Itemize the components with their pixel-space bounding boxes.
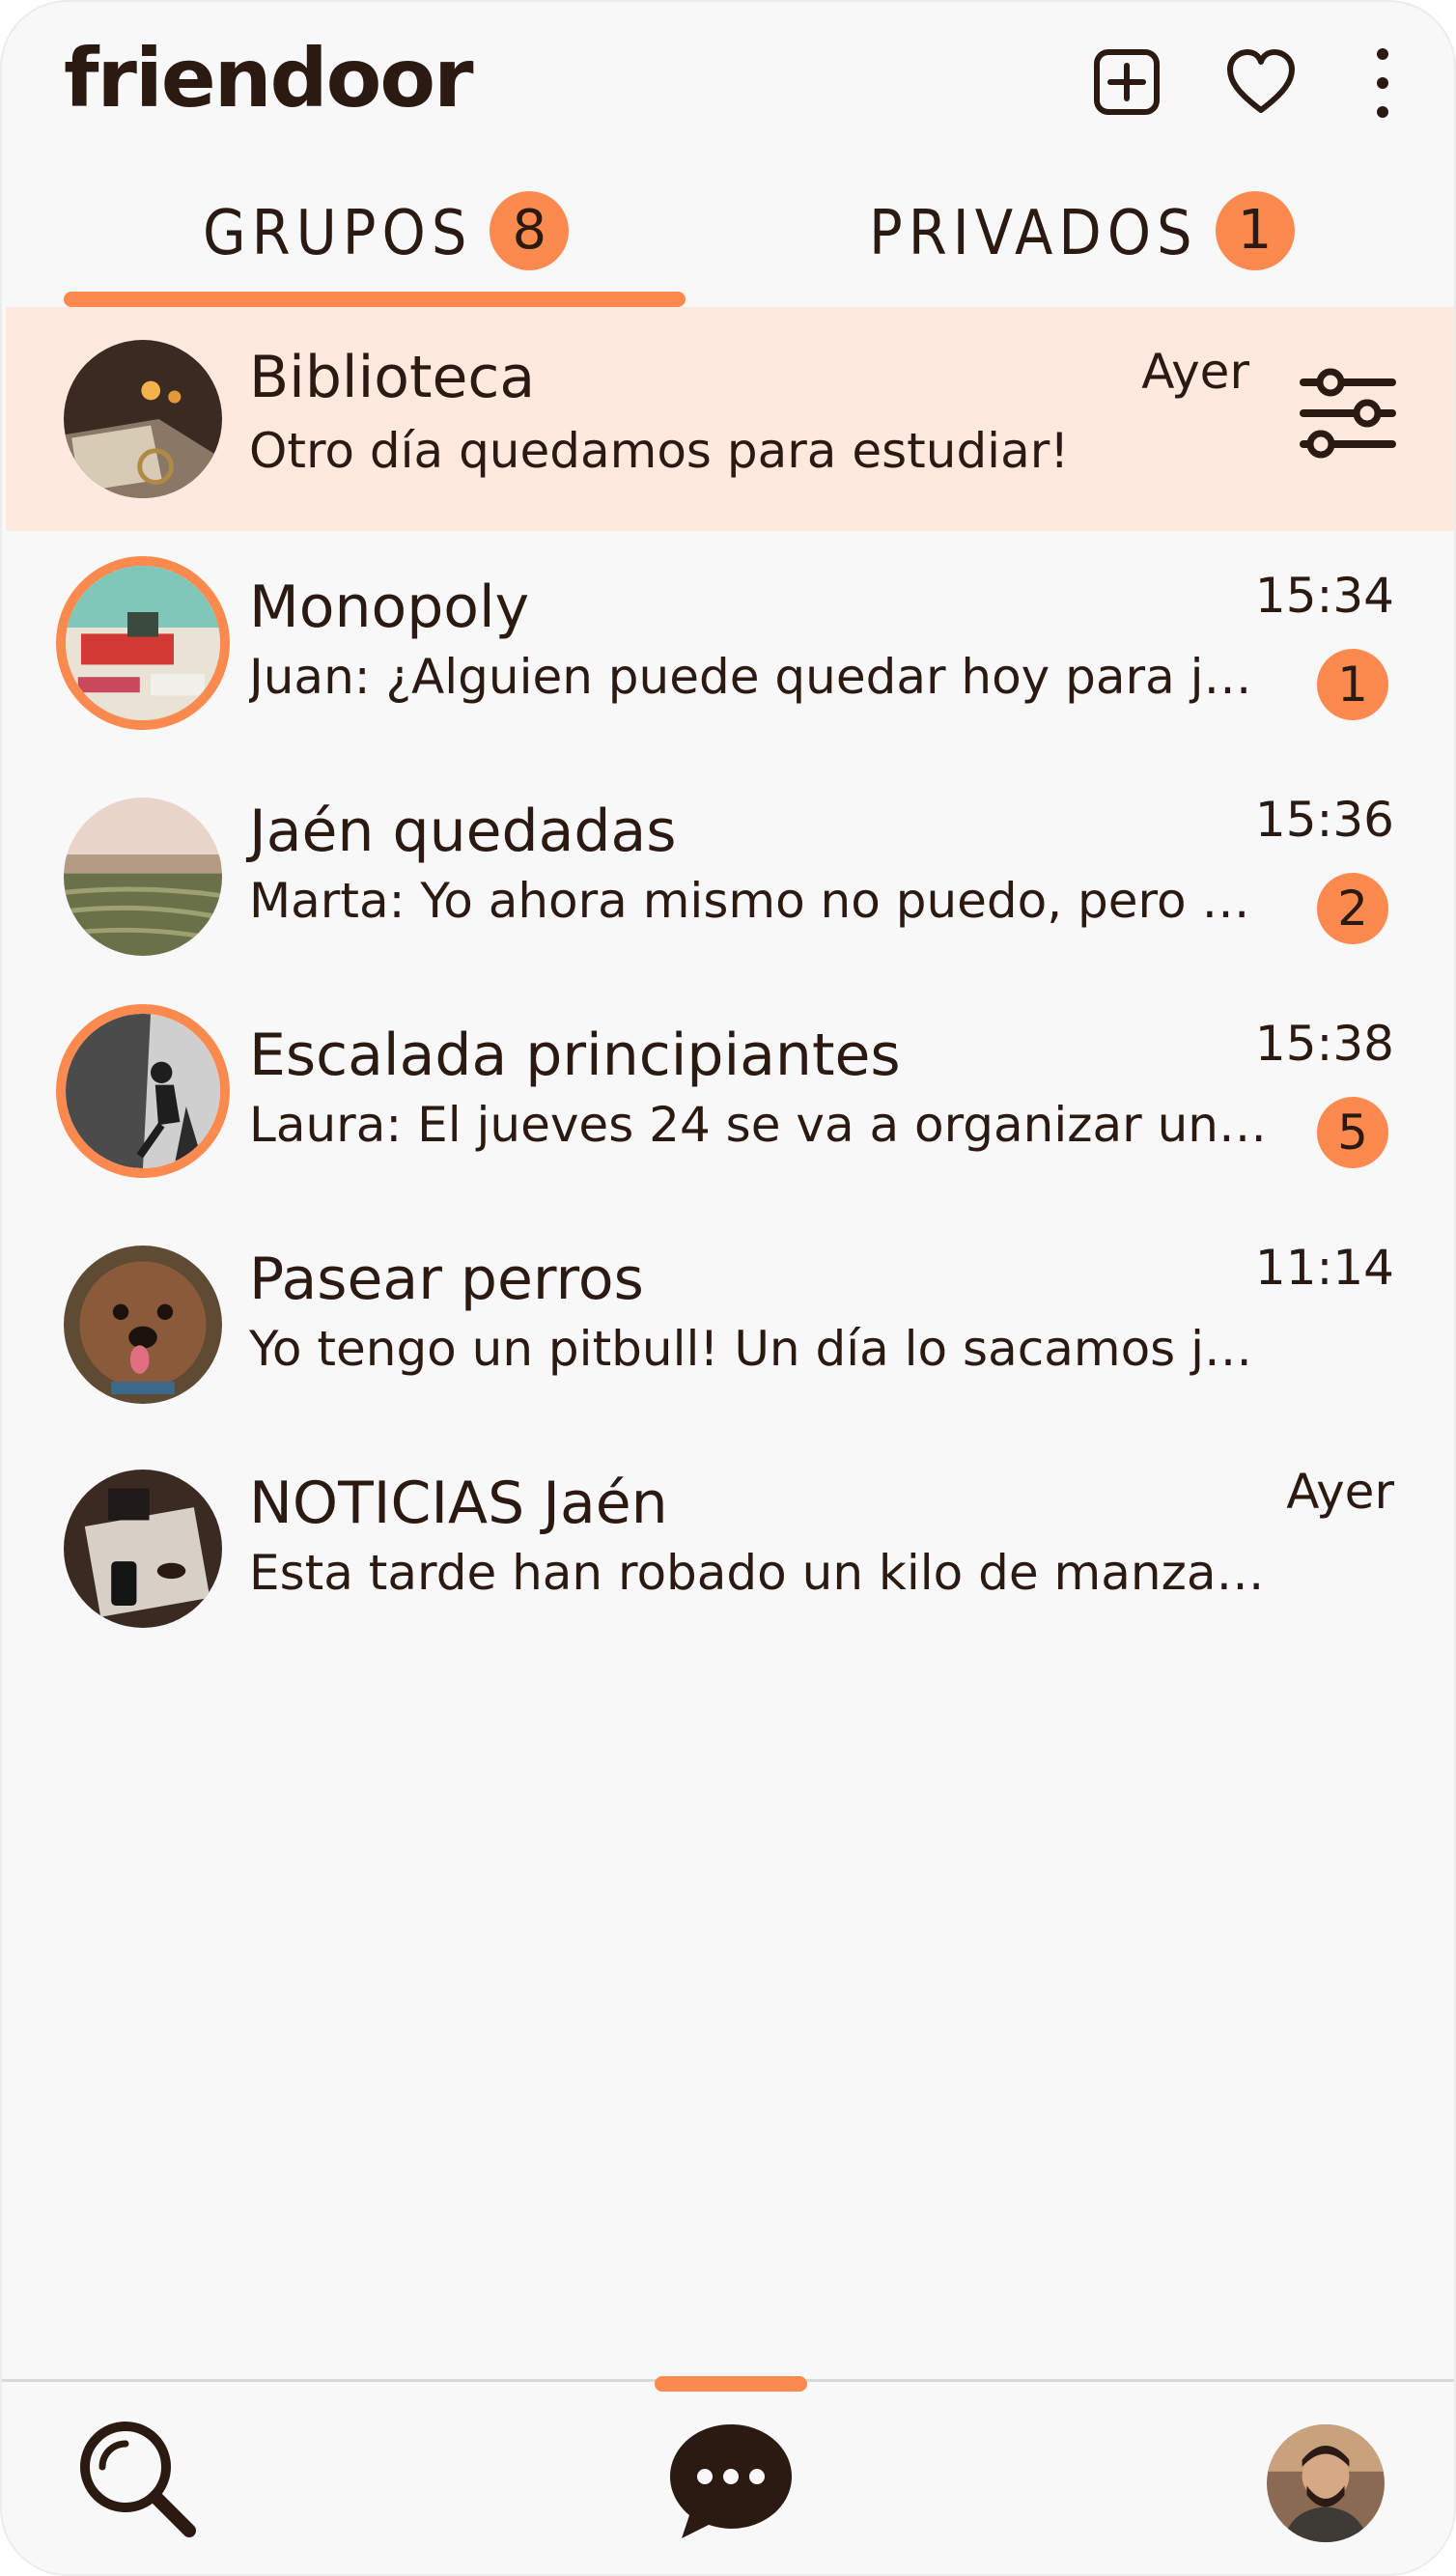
chat-row-escalada-principiantes[interactable]: Escalada principiantes Laura: El jueves … xyxy=(6,979,1454,1203)
chat-time: Ayer xyxy=(1141,344,1249,400)
chat-preview: Yo tengo un pitbull! Un día lo sacamos j… xyxy=(249,1321,1273,1377)
app-header: friendoor xyxy=(2,2,1454,156)
chat-row-monopoly[interactable]: Monopoly Juan: ¿Alguien puede quedar hoy… xyxy=(6,531,1454,755)
chat-bubble-icon[interactable] xyxy=(666,2421,796,2542)
chat-row-pasear-perros[interactable]: Pasear perros Yo tengo un pitbull! Un dí… xyxy=(6,1203,1454,1427)
heart-icon[interactable] xyxy=(1224,46,1298,118)
phone-screen: friendoor GRUPOS 8 PRIVADOS 1 Biblioteca… xyxy=(0,0,1456,2576)
active-nav-indicator xyxy=(655,2376,807,2392)
chat-row-biblioteca[interactable]: Biblioteca Otro día quedamos para estudi… xyxy=(6,307,1454,531)
more-vertical-icon[interactable] xyxy=(1363,44,1402,122)
chat-name: Monopoly xyxy=(249,574,530,641)
chat-time: Ayer xyxy=(1286,1464,1394,1520)
group-avatar xyxy=(56,556,230,730)
chat-name: Escalada principiantes xyxy=(249,1022,901,1089)
search-icon[interactable] xyxy=(71,2413,201,2542)
tab-label: GRUPOS xyxy=(203,198,473,269)
chat-time: 15:38 xyxy=(1254,1016,1394,1072)
tab-badge: 8 xyxy=(490,191,570,270)
unread-badge: 2 xyxy=(1317,873,1388,944)
chat-preview: Laura: El jueves 24 se va a organizar un… xyxy=(249,1097,1273,1153)
chat-name: Jaén quedadas xyxy=(249,798,677,865)
chat-time: 15:34 xyxy=(1254,568,1394,624)
chat-row-noticias-jaen[interactable]: NOTICIAS Jaén Esta tarde han robado un k… xyxy=(6,1427,1454,1651)
active-tab-indicator xyxy=(64,292,686,307)
group-avatar xyxy=(64,340,222,498)
chat-name: NOTICIAS Jaén xyxy=(249,1470,668,1537)
tab-badge: 1 xyxy=(1215,191,1295,270)
group-avatar xyxy=(64,798,222,956)
sliders-icon[interactable] xyxy=(1298,363,1398,463)
app-logo: friendoor xyxy=(64,31,474,126)
group-avatar xyxy=(64,1470,222,1628)
chat-name: Pasear perros xyxy=(249,1246,644,1313)
unread-badge: 1 xyxy=(1317,649,1388,720)
chat-preview: Marta: Yo ahora mismo no puedo, pero po.… xyxy=(249,873,1273,929)
chat-preview: Otro día quedamos para estudiar! xyxy=(249,423,1070,479)
chat-row-jaen-quedadas[interactable]: Jaén quedadas Marta: Yo ahora mismo no p… xyxy=(6,755,1454,979)
tab-label: PRIVADOS xyxy=(869,198,1198,269)
unread-badge: 5 xyxy=(1317,1097,1388,1168)
chat-preview: Juan: ¿Alguien puede quedar hoy para ju.… xyxy=(249,649,1273,705)
chat-time: 11:14 xyxy=(1254,1240,1394,1296)
chat-time: 15:36 xyxy=(1254,792,1394,848)
group-avatar xyxy=(56,1004,230,1178)
profile-avatar[interactable] xyxy=(1267,2424,1385,2542)
bottom-navigation xyxy=(2,2376,1454,2574)
add-square-icon[interactable] xyxy=(1091,46,1162,118)
chat-preview: Esta tarde han robado un kilo de manzana… xyxy=(249,1545,1273,1601)
chat-name: Biblioteca xyxy=(249,344,536,411)
group-avatar xyxy=(64,1246,222,1404)
tab-privados[interactable]: PRIVADOS 1 xyxy=(869,185,1295,311)
